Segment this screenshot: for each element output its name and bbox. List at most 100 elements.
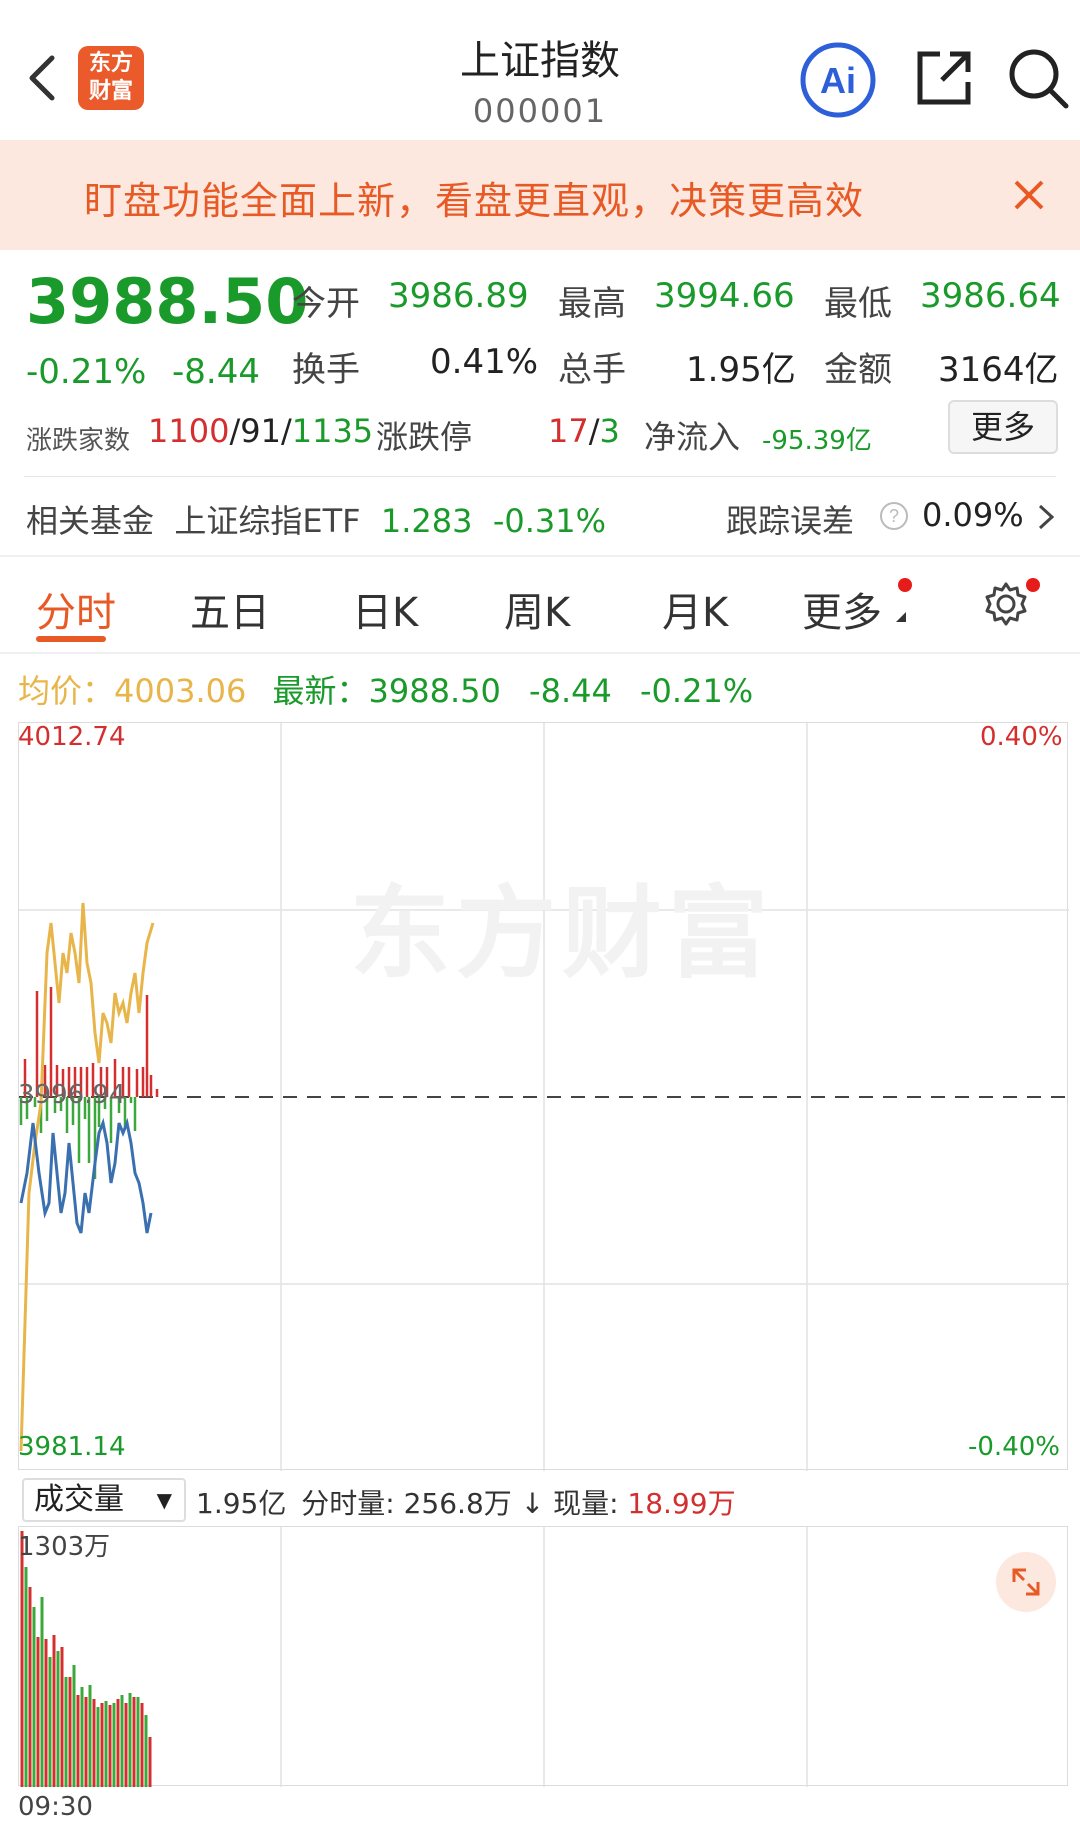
dropdown-corner-icon [896, 612, 906, 622]
tab-daily-k[interactable]: 日K [352, 580, 418, 638]
latest-pct: -0.21% [640, 672, 754, 710]
limit-separator: / [588, 412, 600, 450]
fund-change: -0.31% [492, 502, 607, 540]
tab-monthly-k[interactable]: 月K [662, 580, 728, 638]
tab-intraday[interactable]: 分时 [36, 580, 116, 638]
dropdown-arrow-icon: ▼ [156, 1488, 172, 1512]
minute-volume-value: 256.8万 [403, 1487, 512, 1520]
now-volume-value: 18.99万 [627, 1487, 736, 1520]
open-value: 3986.89 [388, 276, 529, 316]
breadth-values: 1100/91/1135 [148, 412, 373, 450]
amount-label: 金额 [824, 350, 892, 390]
chart-summary: 均价：4003.06 最新：3988.50 -8.44 -0.21% [18, 666, 753, 712]
ai-button[interactable]: Ai [798, 40, 878, 120]
tracking-error-row[interactable]: 跟踪误差 [726, 496, 854, 542]
share-icon [917, 51, 971, 105]
volume-total: 1.95亿 [196, 1487, 287, 1520]
svg-text:Ai: Ai [820, 60, 856, 101]
volume-chart[interactable] [18, 1526, 1068, 1787]
tab-five-day[interactable]: 五日 [190, 580, 270, 638]
breadth-down: 1135 [291, 412, 374, 450]
section-divider [0, 652, 1080, 654]
fund-price: 1.283 [380, 502, 473, 540]
turnover-label: 换手 [292, 350, 360, 390]
breadth-separator: / [229, 412, 241, 450]
high-label: 最高 [558, 284, 626, 324]
breadth-flat: 91 [240, 412, 281, 450]
fund-label: 相关基金 [26, 502, 155, 540]
low-value: 3986.64 [920, 276, 1061, 316]
latest-change: -8.44 [529, 672, 612, 710]
tracking-value: 0.09% [922, 496, 1024, 534]
chevron-left-icon [29, 55, 55, 101]
limit-label: 涨跌停 [376, 418, 473, 456]
more-quote-button[interactable]: 更多 [948, 400, 1058, 454]
indicator-select[interactable]: 成交量 ▼ [22, 1478, 186, 1522]
tab-weekly-k[interactable]: 周K [504, 580, 570, 638]
stock-code: 000001 [472, 92, 608, 130]
now-volume-label: 现量: [553, 1487, 619, 1520]
avg-label: 均价： [18, 672, 115, 710]
volume-bars [20, 1531, 152, 1787]
banner-close-button[interactable] [1010, 176, 1048, 214]
volume-chart-svg [20, 1527, 808, 1787]
volume-summary: 1.95亿 分时量: 256.8万 ↓ 现量: 18.99万 [196, 1482, 736, 1522]
netflow-value: -95.39亿 [762, 426, 872, 456]
logo-text-1: 东方 [88, 51, 133, 76]
high-value: 3994.66 [654, 276, 795, 316]
limit-values: 17/3 [548, 412, 620, 450]
watermark: 东方财富 [350, 875, 774, 992]
expand-icon [1012, 1568, 1040, 1596]
banner-text: 盯盘功能全面上新，看盘更直观，决策更高效 [84, 179, 865, 223]
page-title: 上证指数 [460, 38, 620, 84]
settings-button[interactable] [982, 580, 1030, 628]
breadth-label: 涨跌家数 [26, 426, 131, 456]
ai-icon: Ai [800, 42, 876, 118]
minute-volume-label: 分时量: [301, 1487, 395, 1520]
bottom-pct-label: -0.40% [968, 1432, 1060, 1462]
share-button[interactable] [912, 44, 976, 110]
ratio-line [19, 1117, 153, 1234]
divider [24, 476, 1056, 477]
chevron-right-icon [1034, 500, 1058, 534]
section-divider [0, 555, 1080, 557]
volume-value: 1.95亿 [686, 350, 796, 390]
back-button[interactable] [22, 48, 62, 108]
breadth-up: 1100 [148, 412, 230, 450]
fund-name: 上证综指ETF [174, 502, 361, 540]
fund-row[interactable]: 相关基金 上证综指ETF 1.283 -0.31% [26, 496, 606, 542]
settings-notification-dot [1026, 578, 1040, 592]
latest-label: 最新： [272, 672, 369, 710]
top-pct-label: 0.40% [980, 722, 1063, 752]
change-percent: -0.21% [26, 352, 147, 392]
mid-price-label: 3996.94 [18, 1080, 126, 1110]
help-icon[interactable]: ? [878, 500, 910, 532]
amount-value: 3164亿 [938, 350, 1059, 390]
open-label: 今开 [292, 284, 360, 324]
time-start-label: 09:30 [18, 1792, 93, 1822]
intraday-chart[interactable] [18, 722, 1069, 1471]
svg-text:?: ? [889, 506, 899, 526]
latest-value: 3988.50 [368, 672, 501, 710]
volume-label: 总手 [558, 350, 626, 390]
top-price-label: 4012.74 [18, 722, 126, 752]
limit-up: 17 [548, 412, 589, 450]
change-amount: -8.44 [172, 352, 260, 392]
down-arrow-icon: ↓ [520, 1487, 545, 1520]
intraday-chart-svg [19, 723, 1069, 1471]
active-tab-indicator [36, 636, 106, 642]
netflow-label: 净流入 [644, 418, 741, 456]
search-button[interactable] [1006, 44, 1070, 110]
volume-max-label: 1303万 [18, 1532, 111, 1562]
eastmoney-logo: 东方 财富 [78, 46, 144, 110]
breadth-separator: / [280, 412, 292, 450]
tracking-label: 跟踪误差 [726, 502, 855, 540]
bottom-price-label: 3981.14 [18, 1432, 126, 1462]
expand-chart-button[interactable] [996, 1552, 1056, 1612]
indicator-select-label: 成交量 [34, 1482, 124, 1517]
tab-more[interactable]: 更多 [802, 580, 882, 638]
notification-dot [898, 578, 912, 592]
gear-icon [985, 582, 1027, 626]
close-icon [1014, 180, 1044, 210]
search-icon [1009, 49, 1069, 109]
